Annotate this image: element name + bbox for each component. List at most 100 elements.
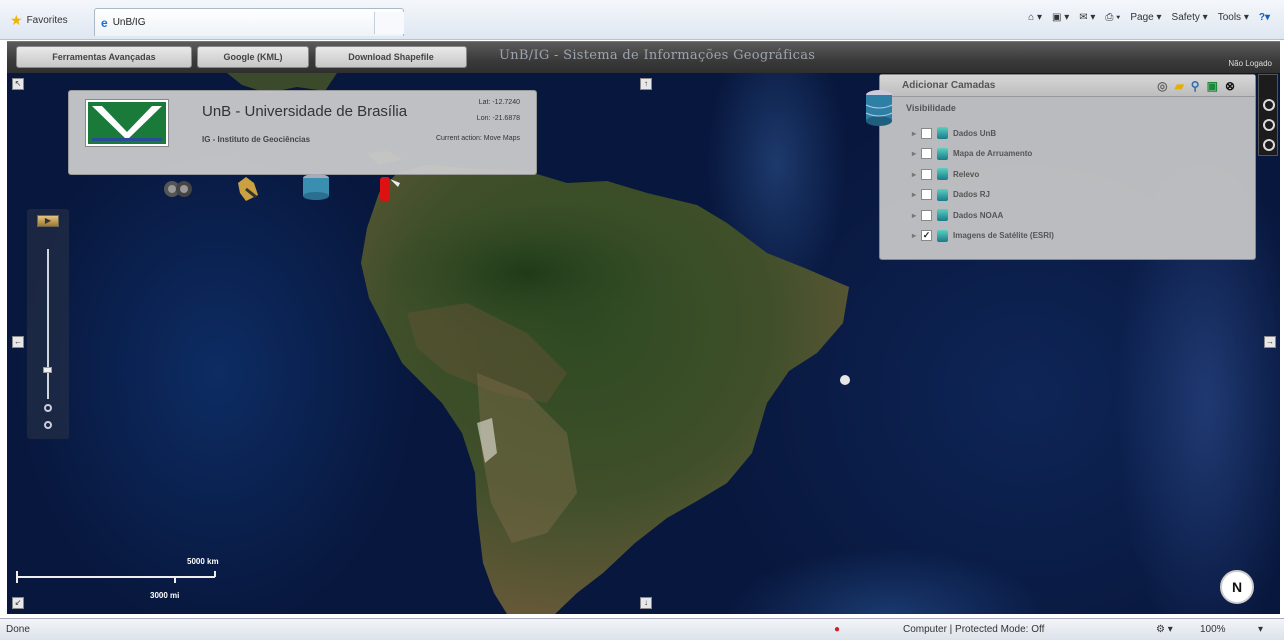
advanced-tools-button[interactable]: Ferramentas Avançadas xyxy=(16,46,192,68)
layer-icon xyxy=(937,168,949,180)
close-icon[interactable]: ⊗ xyxy=(1225,79,1235,93)
layer-icon xyxy=(937,229,949,242)
database-stack-icon[interactable] xyxy=(864,89,894,127)
favorites-label: Favorites xyxy=(26,14,68,26)
map-side-controls xyxy=(1258,74,1278,156)
control-button-1[interactable] xyxy=(1263,99,1275,111)
layer-label: Dados RJ xyxy=(953,190,990,199)
expand-arrow-icon[interactable]: ▸ xyxy=(912,149,916,158)
page-menu[interactable]: Page ▾ xyxy=(1130,12,1161,23)
database-icon[interactable] xyxy=(300,171,332,203)
layer-label: Dados NOAA xyxy=(953,210,1004,220)
layer-row[interactable]: ▸ Relevo xyxy=(912,166,979,182)
layer-checkbox[interactable]: ✓ xyxy=(921,230,933,241)
control-button-3[interactable] xyxy=(1263,139,1275,151)
expand-arrow-icon[interactable]: ▸ xyxy=(912,190,916,199)
feeds-icon[interactable]: ▣ ▾ xyxy=(1052,12,1069,23)
zoom-out-icon[interactable] xyxy=(44,421,52,429)
info-panel: UnB - Universidade de Brasília IG - Inst… xyxy=(68,90,537,201)
zoom-level[interactable]: 100% xyxy=(1200,624,1226,635)
expand-arrow-icon[interactable]: ▸ xyxy=(912,211,916,220)
tools-menu[interactable]: Tools ▾ xyxy=(1218,12,1249,23)
info-icon[interactable]: ◎ xyxy=(1157,79,1167,93)
layer-row[interactable]: ▸ Dados RJ xyxy=(912,187,990,203)
layer-row[interactable]: ▸ Mapa de Arruamento xyxy=(912,146,1032,162)
pan-south-button[interactable]: ↓ xyxy=(640,597,652,609)
layer-label: Mapa de Arruamento xyxy=(953,149,1033,158)
login-status[interactable]: Não Logado xyxy=(1228,59,1272,68)
fire-extinguisher-icon[interactable] xyxy=(372,171,404,203)
layer-icon xyxy=(937,147,949,160)
institution-title: UnB - Universidade de Brasília xyxy=(202,103,408,120)
zoom-dropdown-icon[interactable]: ▾ xyxy=(1258,624,1263,635)
layer-label: Dados UnB xyxy=(953,128,997,138)
visibility-label: Visibilidade xyxy=(906,103,956,113)
safety-menu[interactable]: Safety ▾ xyxy=(1172,12,1208,23)
layer-row[interactable]: ▸ Dados NOAA xyxy=(912,207,1003,223)
scale-bar xyxy=(15,569,235,593)
download-shapefile-button[interactable]: Download Shapefile xyxy=(315,46,467,68)
status-bar: Done ● Computer | Protected Mode: Off ⚙ … xyxy=(0,618,1284,640)
scale-label-km: 5000 km xyxy=(187,557,219,566)
command-bar: ⌂ ▾ ▣ ▾ ✉ ▾ ⎙ ▾ Page ▾ Safety ▾ Tools ▾ … xyxy=(1028,12,1270,23)
map-canvas[interactable]: ↖ ↑ ← → ↙ ↓ UnB - Universidade de Brasíl… xyxy=(7,73,1280,614)
pan-north-button[interactable]: ↑ xyxy=(640,78,652,90)
unb-logo xyxy=(86,100,168,146)
zoom-in-icon[interactable] xyxy=(44,404,52,412)
zoom-control: ▶ xyxy=(27,209,69,439)
institute-subtitle: IG - Instituto de Geociências xyxy=(202,135,311,144)
binoculars-icon[interactable] xyxy=(162,171,194,203)
pan-northwest-button[interactable]: ↖ xyxy=(12,78,24,90)
google-kml-button[interactable]: Google (KML) xyxy=(197,46,309,68)
control-button-2[interactable] xyxy=(1263,119,1275,131)
expand-arrow-icon[interactable]: ▸ xyxy=(912,231,916,240)
image-icon[interactable]: ▣ xyxy=(1207,79,1218,93)
favorites-button[interactable]: ★ Favorites xyxy=(10,11,68,29)
zoom-slider-track[interactable] xyxy=(47,249,49,399)
scale-label-mi: 3000 mi xyxy=(150,591,180,600)
folder-icon[interactable]: ▰ xyxy=(1175,79,1184,93)
pan-east-button[interactable]: → xyxy=(1264,336,1276,348)
layer-row[interactable]: ▸ ✓ Imagens de Satélite (ESRI) xyxy=(912,228,1054,244)
link-icon[interactable]: ⚲ xyxy=(1191,79,1200,93)
layer-icon xyxy=(937,209,949,221)
current-action: Current action: Move Maps xyxy=(435,135,520,142)
layers-header: Adicionar Camadas ◎ ▰ ⚲ ▣ ⊗ xyxy=(880,75,1255,97)
layer-label: Imagens de Satélite (ESRI) xyxy=(953,231,1054,240)
add-layers-title: Adicionar Camadas xyxy=(902,80,996,91)
layer-checkbox[interactable] xyxy=(921,148,933,159)
layer-checkbox[interactable] xyxy=(921,209,933,221)
browser-tab[interactable]: e UnB/IG xyxy=(94,8,404,36)
layer-icon xyxy=(937,188,949,201)
expand-arrow-icon[interactable]: ▸ xyxy=(912,170,916,179)
layers-panel: Adicionar Camadas ◎ ▰ ⚲ ▣ ⊗ Visibilidade… xyxy=(879,74,1256,260)
layer-checkbox[interactable] xyxy=(921,127,933,139)
play-button[interactable]: ▶ xyxy=(37,215,59,227)
layer-icon xyxy=(937,127,949,139)
zoom-slider-thumb[interactable] xyxy=(43,367,52,373)
status-text: Done xyxy=(6,624,30,635)
pan-hand-icon[interactable] xyxy=(232,171,264,203)
north-arrow-icon: N xyxy=(1220,570,1254,604)
layer-row[interactable]: ▸ Dados UnB xyxy=(912,125,996,141)
home-icon[interactable]: ⌂ ▾ xyxy=(1028,12,1042,23)
expand-arrow-icon[interactable]: ▸ xyxy=(912,129,916,138)
print-icon[interactable]: ⎙ ▾ xyxy=(1105,12,1120,23)
security-zone[interactable]: Computer | Protected Mode: Off xyxy=(903,624,1044,635)
pan-southwest-button[interactable]: ↙ xyxy=(12,597,24,609)
star-icon: ★ xyxy=(10,12,23,28)
browser-toolbar: ★ Favorites e UnB/IG ⌂ ▾ ▣ ▾ ✉ ▾ ⎙ ▾ Pag… xyxy=(0,0,1284,40)
zoom-toggle-icon[interactable]: ⚙ ▾ xyxy=(1156,624,1173,635)
ie-page-icon: e xyxy=(101,15,108,30)
layer-checkbox[interactable] xyxy=(921,168,933,180)
latitude-readout: Lat: -12.7240 xyxy=(478,99,520,106)
tab-title: UnB/IG xyxy=(112,17,146,28)
app-title: UnB/IG - Sistema de Informações Geográfi… xyxy=(499,48,816,63)
mail-icon[interactable]: ✉ ▾ xyxy=(1079,12,1095,23)
new-tab-button[interactable] xyxy=(374,12,404,34)
layer-label: Relevo xyxy=(953,169,980,179)
help-icon[interactable]: ?▾ xyxy=(1259,12,1270,23)
layer-checkbox[interactable] xyxy=(921,189,933,200)
pan-west-button[interactable]: ← xyxy=(12,336,24,348)
security-icon[interactable]: ● xyxy=(834,624,840,635)
